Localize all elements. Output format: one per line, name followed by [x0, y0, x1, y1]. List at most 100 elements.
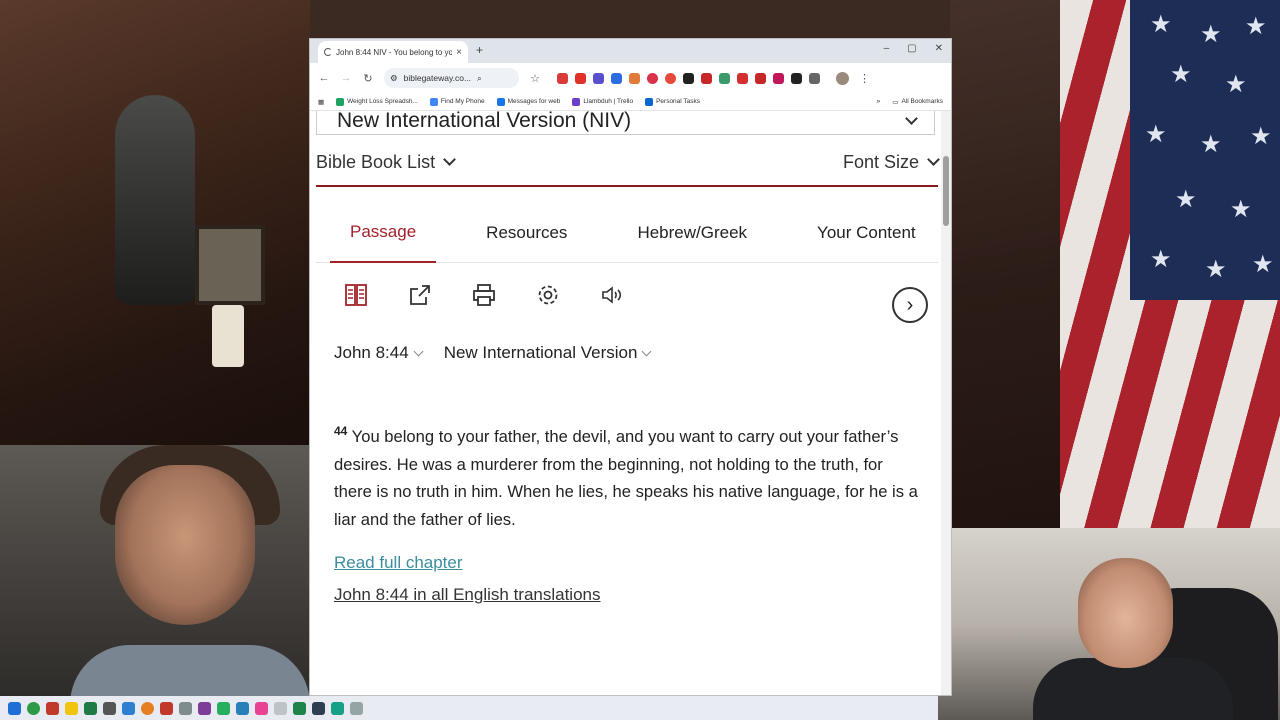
tab-hebrew-greek[interactable]: Hebrew/Greek [637, 203, 747, 263]
forward-button[interactable]: → [340, 72, 352, 84]
extension-icon[interactable] [557, 72, 568, 84]
app-icon[interactable] [84, 701, 97, 715]
new-tab-button[interactable]: + [476, 43, 483, 57]
title-bar: John 8:44 NIV - You belong to you × + – … [310, 39, 951, 63]
obs-icon[interactable] [198, 701, 211, 715]
page-viewport: New International Version (NIV) Bible Bo… [310, 111, 951, 695]
extension-icon[interactable] [755, 72, 766, 84]
close-tab-icon[interactable]: × [456, 47, 462, 58]
z-icon[interactable] [683, 72, 694, 84]
puzzle-icon[interactable] [809, 72, 820, 84]
address-bar[interactable]: ⚙ biblegateway.co... ⌕ [384, 68, 519, 88]
app-icon[interactable] [350, 701, 363, 715]
tab-title: John 8:44 NIV - You belong to you [336, 47, 453, 57]
folder-icon[interactable] [65, 701, 78, 715]
tab-your-content[interactable]: Your Content [817, 203, 917, 263]
sheets-icon [336, 97, 345, 106]
bookmark-personal-tasks[interactable]: Personal Tasks [645, 97, 700, 106]
maximize-button[interactable]: ▢ [907, 43, 916, 54]
extensions [557, 72, 820, 84]
extension-icon[interactable] [791, 72, 802, 84]
tab-passage[interactable]: Passage [330, 203, 437, 263]
cup [212, 305, 244, 367]
app-icon[interactable] [103, 701, 116, 715]
app-icon[interactable] [160, 701, 173, 715]
site-info-icon[interactable]: ⚙ [390, 73, 398, 84]
extension-icon[interactable] [629, 72, 640, 84]
extension-icon[interactable] [701, 72, 712, 84]
scrollbar-thumb[interactable] [943, 156, 949, 226]
parallel-icon[interactable] [344, 283, 368, 307]
options-row: Bible Book List Font Size [316, 147, 940, 177]
chevron-down-icon [641, 346, 652, 356]
all-translations-link[interactable]: John 8:44 in all English translations [334, 585, 601, 605]
app-icon[interactable] [236, 701, 249, 715]
all-bookmarks-button[interactable]: ▭ All Bookmarks [892, 98, 943, 106]
bible-book-list-label: Bible Book List [316, 151, 436, 172]
translation-select[interactable]: New International Version [444, 343, 652, 363]
chrome-icon[interactable] [27, 701, 40, 715]
content-tabs: Passage Resources Hebrew/Greek Your Cont… [316, 203, 938, 263]
bookmarks-bar: ▦ Weight Loss Spreadsh... Find My Phone … [310, 93, 951, 111]
audio-icon[interactable] [600, 283, 624, 307]
settings-icon[interactable] [536, 283, 560, 307]
shield-icon[interactable] [593, 72, 604, 84]
bookmark-star-icon[interactable]: ☆ [529, 72, 541, 85]
background-room-left [0, 0, 310, 445]
search-icon[interactable]: ⌕ [477, 73, 482, 84]
start-icon[interactable] [8, 701, 21, 715]
print-icon[interactable] [472, 283, 496, 307]
bookmark-trello[interactable]: Llambduh | Trello [572, 97, 633, 106]
extension-icon[interactable] [719, 72, 730, 84]
tab-resources[interactable]: Resources [486, 203, 567, 263]
reference-select[interactable]: John 8:44 [334, 343, 424, 363]
app-icon[interactable] [331, 701, 344, 715]
profile-avatar[interactable] [836, 71, 849, 85]
bible-book-list-button[interactable]: Bible Book List [316, 151, 456, 173]
next-tab-button[interactable]: › [892, 287, 928, 323]
bookmark-messages[interactable]: Messages for web [496, 97, 560, 106]
verse-text-block: 44 You belong to your father, the devil,… [334, 423, 919, 533]
share-icon[interactable] [408, 283, 432, 307]
app-icon[interactable] [255, 701, 268, 715]
extension-icon[interactable] [773, 72, 784, 84]
reference-label: John 8:44 [334, 343, 409, 362]
extension-icon[interactable] [737, 72, 748, 84]
version-select-dropdown[interactable]: New International Version (NIV) [316, 111, 935, 135]
bookmark-find-my-phone[interactable]: Find My Phone [429, 97, 485, 106]
app-icon[interactable] [179, 701, 192, 715]
chevron-down-icon [927, 153, 940, 166]
read-full-chapter-link[interactable]: Read full chapter [334, 553, 463, 573]
back-button[interactable]: ← [318, 72, 330, 84]
font-size-button[interactable]: Font Size [842, 151, 940, 173]
app-icon[interactable] [274, 701, 287, 715]
chevron-right-icon: › [906, 293, 914, 316]
app-icon[interactable] [312, 701, 325, 715]
extension-icon[interactable] [611, 72, 622, 84]
vscode-icon[interactable] [122, 701, 135, 715]
flag-stars-field: ★ ★ ★ ★ ★ ★ ★ ★ ★ ★ ★ ★ ★ [1130, 0, 1280, 300]
scrollbar[interactable] [941, 111, 951, 695]
font-size-label: Font Size [842, 151, 919, 172]
youtube-icon[interactable] [575, 72, 586, 84]
app-icon[interactable] [217, 701, 230, 715]
firefox-icon[interactable] [141, 701, 154, 715]
browser-tab[interactable]: John 8:44 NIV - You belong to you × [318, 41, 468, 63]
webcam-streamer-right [938, 528, 1280, 720]
window-controls: – ▢ ✕ [884, 43, 943, 54]
browser-toolbar: ← → ↻ ⚙ biblegateway.co... ⌕ ☆ ⋮ [310, 63, 951, 93]
extension-icon[interactable] [665, 72, 676, 84]
reload-button[interactable]: ↻ [362, 72, 374, 85]
bookmark-weight-loss[interactable]: Weight Loss Spreadsh... [336, 97, 418, 106]
minimize-button[interactable]: – [884, 43, 890, 54]
app-icon[interactable] [46, 701, 59, 715]
more-bookmarks-button[interactable]: » [877, 98, 881, 105]
app-icon[interactable] [293, 701, 306, 715]
bust-statue [115, 95, 195, 305]
passage-tools [344, 283, 624, 307]
apps-grid-icon[interactable]: ▦ [318, 98, 324, 106]
play-icon[interactable] [647, 72, 658, 84]
close-window-button[interactable]: ✕ [935, 43, 943, 54]
trello-icon [645, 97, 654, 106]
browser-menu-icon[interactable]: ⋮ [859, 72, 870, 85]
